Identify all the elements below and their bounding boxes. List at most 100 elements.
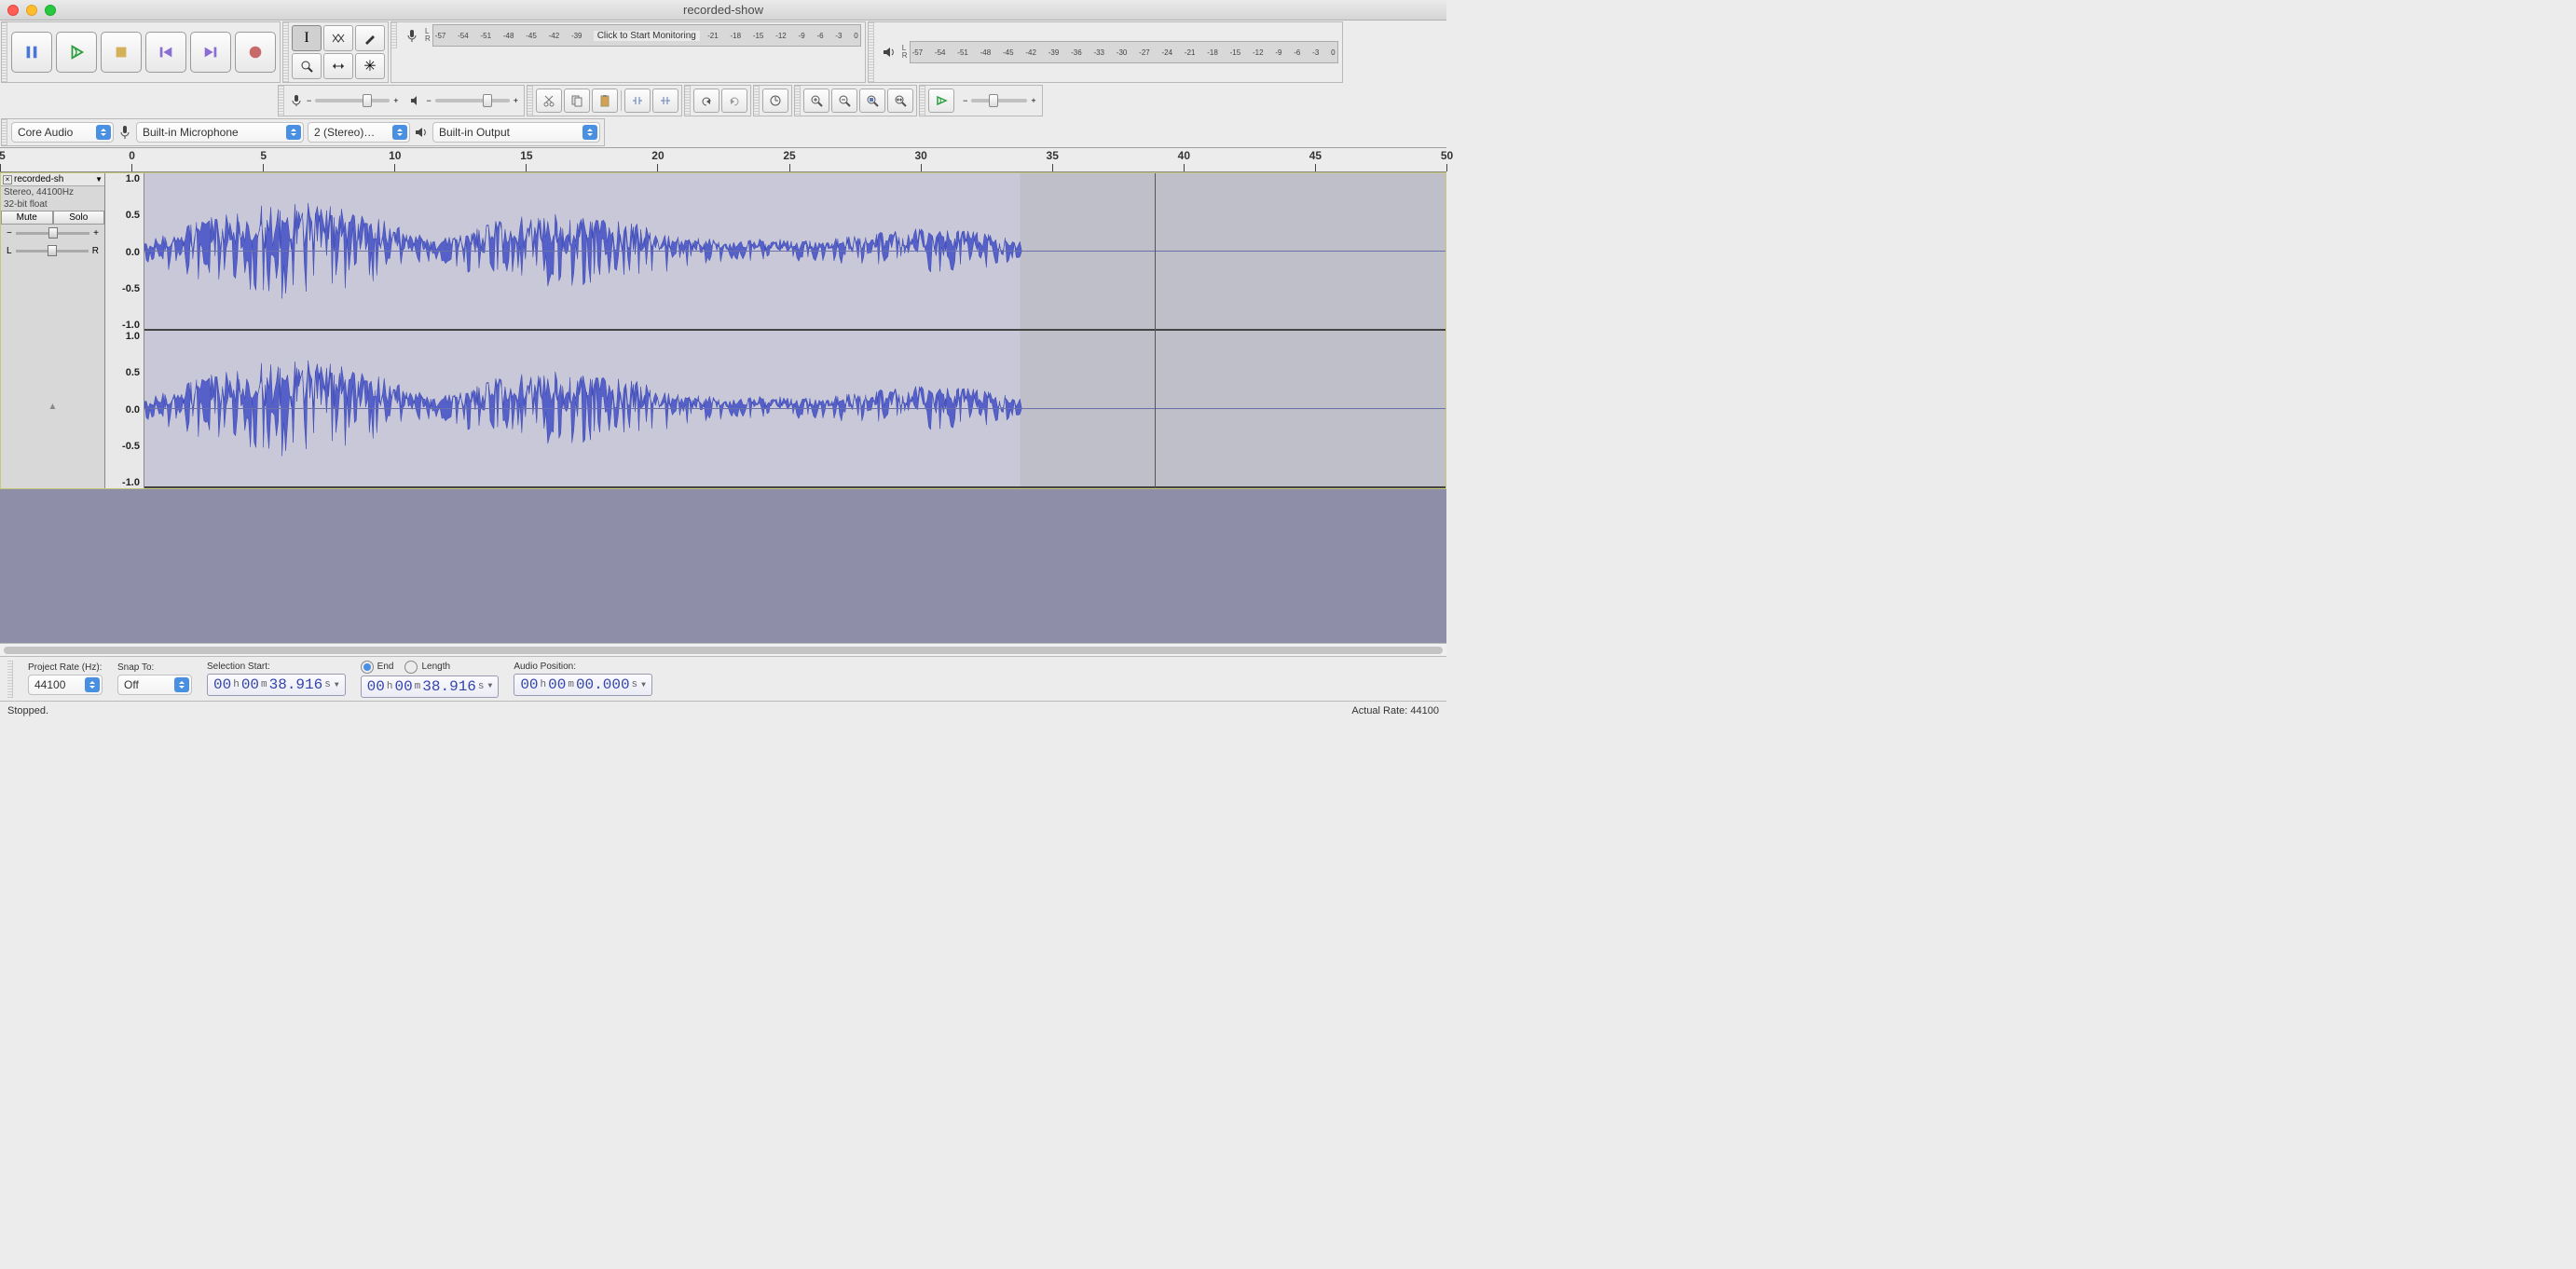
- skip-start-button[interactable]: [145, 32, 186, 73]
- pan-slider[interactable]: L R: [1, 242, 104, 260]
- skip-end-icon: [202, 44, 219, 61]
- zoom-out-button[interactable]: [831, 89, 857, 113]
- playback-device-select[interactable]: Built-in Output: [432, 122, 600, 143]
- playback-speed-slider[interactable]: [971, 99, 1027, 102]
- recording-meter-toolbar: LR -57-54-51-48-45-42-39-36-33-30-27-24-…: [391, 21, 866, 83]
- track-area: × recorded-sh ▼ Stereo, 44100Hz 32-bit f…: [0, 172, 1446, 489]
- device-toolbar: Core Audio Built-in Microphone 2 (Stereo…: [1, 118, 605, 146]
- sync-lock-button[interactable]: [762, 89, 788, 113]
- transport-toolbar: [1, 21, 281, 83]
- fit-sel-icon: [866, 94, 879, 107]
- cut-button[interactable]: [536, 89, 562, 113]
- timeline-ruler[interactable]: -505101520253035404550: [0, 148, 1446, 172]
- window-title: recorded-show: [683, 3, 763, 17]
- track-close-button[interactable]: ×: [3, 175, 12, 184]
- redo-button[interactable]: [721, 89, 747, 113]
- channel-right[interactable]: [144, 331, 1446, 488]
- grip[interactable]: [7, 661, 13, 698]
- zoom-tool[interactable]: [292, 53, 322, 79]
- silence-button[interactable]: [652, 89, 678, 113]
- track-menu-button[interactable]: ▼: [95, 175, 103, 184]
- snap-to-label: Snap To:: [117, 662, 192, 673]
- envelope-tool[interactable]: [323, 25, 353, 51]
- multi-icon: ✳: [363, 57, 376, 75]
- selection-end-time[interactable]: 00h 00m 38.916s▼: [361, 675, 500, 698]
- end-label: End: [377, 662, 394, 672]
- toolbar-row-1: I ✳ LR -57-54-51-48-45-42-39-36-33-30-27…: [0, 20, 1446, 148]
- trim-icon: [631, 94, 644, 107]
- track-collapse-button[interactable]: ▲: [1, 400, 104, 414]
- microphone-icon: [290, 94, 303, 107]
- speaker-icon: [410, 94, 423, 107]
- solo-button[interactable]: Solo: [53, 211, 105, 225]
- copy-icon: [570, 94, 583, 107]
- horizontal-scrollbar[interactable]: [0, 643, 1446, 656]
- multi-tool[interactable]: ✳: [355, 53, 385, 79]
- zoom-window-button[interactable]: [45, 5, 56, 16]
- envelope-icon: [331, 31, 346, 46]
- mute-button[interactable]: Mute: [1, 211, 53, 225]
- empty-track-area[interactable]: [0, 489, 1446, 643]
- zoom-toolbar: [794, 85, 917, 116]
- playback-volume-slider[interactable]: [435, 99, 510, 102]
- status-text: Stopped.: [7, 705, 48, 716]
- monitoring-hint: Click to Start Monitoring: [594, 31, 700, 41]
- clock-icon: [769, 94, 782, 107]
- recording-channels-select[interactable]: 2 (Stereo)…: [308, 122, 410, 143]
- play-button[interactable]: [56, 32, 97, 73]
- selection-start-time[interactable]: 00h 00m 38.916s▼: [207, 674, 346, 696]
- microphone-icon: [404, 28, 419, 43]
- recording-meter[interactable]: -57-54-51-48-45-42-39-36-33-30-27-24-21-…: [432, 24, 861, 47]
- play-at-speed-button[interactable]: [928, 89, 954, 113]
- skip-end-button[interactable]: [190, 32, 231, 73]
- waveform-channels[interactable]: [144, 173, 1446, 488]
- snap-to-select[interactable]: Off: [117, 675, 192, 695]
- record-icon: [247, 44, 264, 61]
- timeshift-tool[interactable]: [323, 53, 353, 79]
- amplitude-scale-right: 1.00.50.0-0.5-1.0: [105, 331, 144, 488]
- pencil-icon: [363, 31, 377, 46]
- speaker-icon: [882, 45, 897, 60]
- tools-toolbar: I ✳: [282, 21, 389, 83]
- speaker-meter-icon[interactable]: [878, 45, 900, 60]
- pause-button[interactable]: [11, 32, 52, 73]
- microphone-icon: [117, 125, 132, 140]
- copy-button[interactable]: [564, 89, 590, 113]
- titlebar: recorded-show: [0, 0, 1446, 20]
- track-control-panel: × recorded-sh ▼ Stereo, 44100Hz 32-bit f…: [1, 173, 105, 488]
- fit-selection-button[interactable]: [859, 89, 885, 113]
- recording-volume-slider[interactable]: [315, 99, 390, 102]
- channel-left[interactable]: [144, 173, 1446, 331]
- end-radio[interactable]: [361, 661, 374, 674]
- fit-project-button[interactable]: [887, 89, 913, 113]
- gain-slider[interactable]: − +: [1, 225, 104, 242]
- paste-button[interactable]: [592, 89, 618, 113]
- timeshift-icon: [331, 59, 346, 74]
- cut-icon: [542, 94, 555, 107]
- record-button[interactable]: [235, 32, 276, 73]
- stop-button[interactable]: [101, 32, 142, 73]
- undo-button[interactable]: [693, 89, 719, 113]
- recording-device-select[interactable]: Built-in Microphone: [136, 122, 304, 143]
- zoom-in-icon: [810, 94, 823, 107]
- close-window-button[interactable]: [7, 5, 19, 16]
- stop-icon: [113, 44, 130, 61]
- trim-button[interactable]: [624, 89, 651, 113]
- length-radio[interactable]: [404, 661, 418, 674]
- project-rate-select[interactable]: 44100: [28, 675, 103, 695]
- track-bitdepth: 32-bit float: [1, 198, 104, 211]
- playback-meter[interactable]: -57-54-51-48-45-42-39-36-33-30-27-24-21-…: [910, 41, 1338, 63]
- length-label: Length: [421, 662, 450, 672]
- minimize-window-button[interactable]: [26, 5, 37, 16]
- magnifier-icon: [299, 59, 314, 74]
- audio-host-select[interactable]: Core Audio: [11, 122, 114, 143]
- window-controls: [7, 5, 56, 16]
- pause-icon: [23, 44, 40, 61]
- zoom-in-button[interactable]: [803, 89, 829, 113]
- audio-position-time[interactable]: 00h 00m 00.000s▼: [514, 674, 652, 696]
- track-name[interactable]: recorded-sh: [14, 174, 95, 184]
- selection-tool[interactable]: I: [292, 25, 322, 51]
- draw-tool[interactable]: [355, 25, 385, 51]
- mic-meter-icon[interactable]: [401, 28, 423, 43]
- edit-toolbar: [527, 85, 682, 116]
